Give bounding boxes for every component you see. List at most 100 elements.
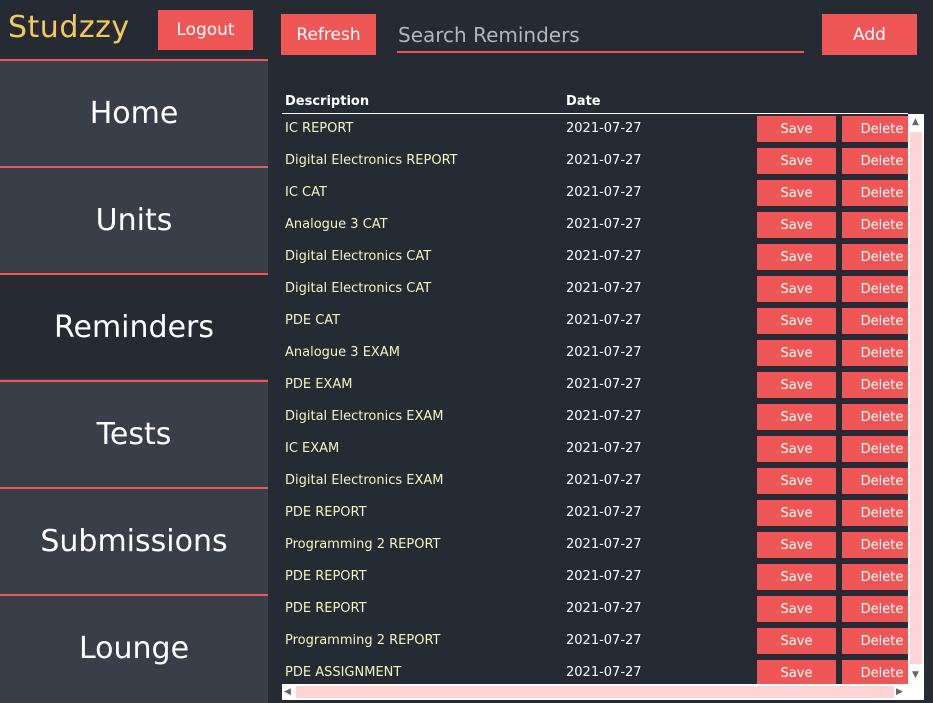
column-header-description: Description	[285, 94, 370, 109]
sidebar-item-label: Lounge	[78, 630, 190, 666]
reminder-date: 2021-07-27	[566, 505, 642, 520]
scroll-right-arrow-icon[interactable]: ▶	[896, 687, 903, 697]
save-button[interactable]: Save	[757, 148, 836, 174]
reminder-description: IC REPORT	[285, 121, 354, 136]
scroll-down-arrow-icon[interactable]: ▼	[912, 670, 919, 680]
save-button[interactable]: Save	[757, 468, 836, 494]
vertical-scrollbar[interactable]: ▲ ▼	[908, 114, 924, 684]
table-row: Analogue 3 EXAM 2021-07-27 Save Delete	[282, 337, 908, 369]
brand-bar: Studzzy Logout	[0, 0, 268, 60]
save-button[interactable]: Save	[757, 660, 836, 684]
reminder-date: 2021-07-27	[566, 377, 642, 392]
save-button[interactable]: Save	[757, 532, 836, 558]
sidebar-item-label: Tests	[96, 416, 172, 452]
save-button[interactable]: Save	[757, 116, 836, 142]
delete-button[interactable]: Delete	[842, 116, 908, 142]
delete-button[interactable]: Delete	[842, 564, 908, 590]
sidebar-item-tests[interactable]: Tests	[0, 380, 268, 486]
delete-button[interactable]: Delete	[842, 212, 908, 238]
save-button[interactable]: Save	[757, 564, 836, 590]
delete-button[interactable]: Delete	[842, 628, 908, 654]
save-button[interactable]: Save	[757, 308, 836, 334]
save-button[interactable]: Save	[757, 500, 836, 526]
reminder-date: 2021-07-27	[566, 473, 642, 488]
save-button[interactable]: Save	[757, 436, 836, 462]
table-row: IC EXAM 2021-07-27 Save Delete	[282, 433, 908, 465]
add-button[interactable]: Add	[822, 14, 917, 55]
delete-button[interactable]: Delete	[842, 404, 908, 430]
sidebar-item-lounge[interactable]: Lounge	[0, 594, 268, 700]
reminder-description: Digital Electronics CAT	[285, 281, 432, 296]
reminder-description: Programming 2 REPORT	[285, 537, 441, 552]
refresh-button[interactable]: Refresh	[281, 14, 376, 55]
table-header: Description Date	[282, 90, 908, 114]
sidebar-item-label: Reminders	[54, 309, 214, 345]
logout-button[interactable]: Logout	[158, 10, 253, 50]
delete-button[interactable]: Delete	[842, 308, 908, 334]
delete-button[interactable]: Delete	[842, 372, 908, 398]
table-row: IC CAT 2021-07-27 Save Delete	[282, 177, 908, 209]
table-row: PDE REPORT 2021-07-27 Save Delete	[282, 561, 908, 593]
delete-button[interactable]: Delete	[842, 436, 908, 462]
vertical-scroll-thumb[interactable]	[910, 132, 922, 664]
reminder-description: Programming 2 REPORT	[285, 633, 441, 648]
reminder-description: PDE EXAM	[285, 377, 353, 392]
sidebar-item-reminders[interactable]: Reminders	[0, 273, 268, 379]
reminder-description: PDE REPORT	[285, 569, 367, 584]
delete-button[interactable]: Delete	[842, 500, 908, 526]
scroll-up-arrow-icon[interactable]: ▲	[912, 117, 919, 127]
reminder-date: 2021-07-27	[566, 441, 642, 456]
reminder-date: 2021-07-27	[566, 569, 642, 584]
save-button[interactable]: Save	[757, 244, 836, 270]
reminder-description: PDE ASSIGNMENT	[285, 665, 402, 680]
reminder-date: 2021-07-27	[566, 665, 642, 680]
search-input[interactable]	[397, 18, 804, 53]
table-row: Digital Electronics EXAM 2021-07-27 Save De…	[282, 401, 908, 433]
save-button[interactable]: Save	[757, 372, 836, 398]
reminders-table: Description Date IC REPORT 2021-07-27 Save…	[282, 90, 908, 684]
delete-button[interactable]: Delete	[842, 244, 908, 270]
reminder-description: Analogue 3 CAT	[285, 217, 388, 232]
reminder-date: 2021-07-27	[566, 153, 642, 168]
delete-button[interactable]: Delete	[842, 660, 908, 684]
sidebar-item-home[interactable]: Home	[0, 59, 268, 165]
save-button[interactable]: Save	[757, 276, 836, 302]
reminder-description: PDE REPORT	[285, 505, 367, 520]
save-button[interactable]: Save	[757, 180, 836, 206]
reminder-description: Digital Electronics EXAM	[285, 473, 444, 488]
scroll-left-arrow-icon[interactable]: ◀	[284, 687, 291, 697]
delete-button[interactable]: Delete	[842, 276, 908, 302]
save-button[interactable]: Save	[757, 404, 836, 430]
delete-button[interactable]: Delete	[842, 340, 908, 366]
column-header-date: Date	[566, 94, 601, 109]
reminder-date: 2021-07-27	[566, 633, 642, 648]
table-row: Programming 2 REPORT 2021-07-27 Save Delete	[282, 625, 908, 657]
delete-button[interactable]: Delete	[842, 180, 908, 206]
sidebar-item-label: Submissions	[40, 523, 228, 559]
delete-button[interactable]: Delete	[842, 532, 908, 558]
table-row: Analogue 3 CAT 2021-07-27 Save Delete	[282, 209, 908, 241]
reminder-date: 2021-07-27	[566, 121, 642, 136]
save-button[interactable]: Save	[757, 340, 836, 366]
reminder-date: 2021-07-27	[566, 217, 642, 232]
delete-button[interactable]: Delete	[842, 596, 908, 622]
save-button[interactable]: Save	[757, 596, 836, 622]
save-button[interactable]: Save	[757, 628, 836, 654]
sidebar-item-label: Units	[95, 202, 173, 238]
delete-button[interactable]: Delete	[842, 148, 908, 174]
table-row: PDE REPORT 2021-07-27 Save Delete	[282, 497, 908, 529]
reminder-date: 2021-07-27	[566, 185, 642, 200]
horizontal-scrollbar[interactable]: ◀ ▶	[282, 684, 908, 700]
delete-button[interactable]: Delete	[842, 468, 908, 494]
horizontal-scroll-thumb[interactable]	[296, 686, 894, 698]
sidebar-item-submissions[interactable]: Submissions	[0, 487, 268, 593]
table-row: PDE EXAM 2021-07-27 Save Delete	[282, 369, 908, 401]
app-brand: Studzzy	[8, 10, 130, 45]
reminder-date: 2021-07-27	[566, 345, 642, 360]
sidebar-item-units[interactable]: Units	[0, 166, 268, 272]
reminder-description: IC CAT	[285, 185, 327, 200]
reminder-description: IC EXAM	[285, 441, 340, 456]
reminder-description: Digital Electronics CAT	[285, 249, 432, 264]
save-button[interactable]: Save	[757, 212, 836, 238]
reminder-date: 2021-07-27	[566, 281, 642, 296]
